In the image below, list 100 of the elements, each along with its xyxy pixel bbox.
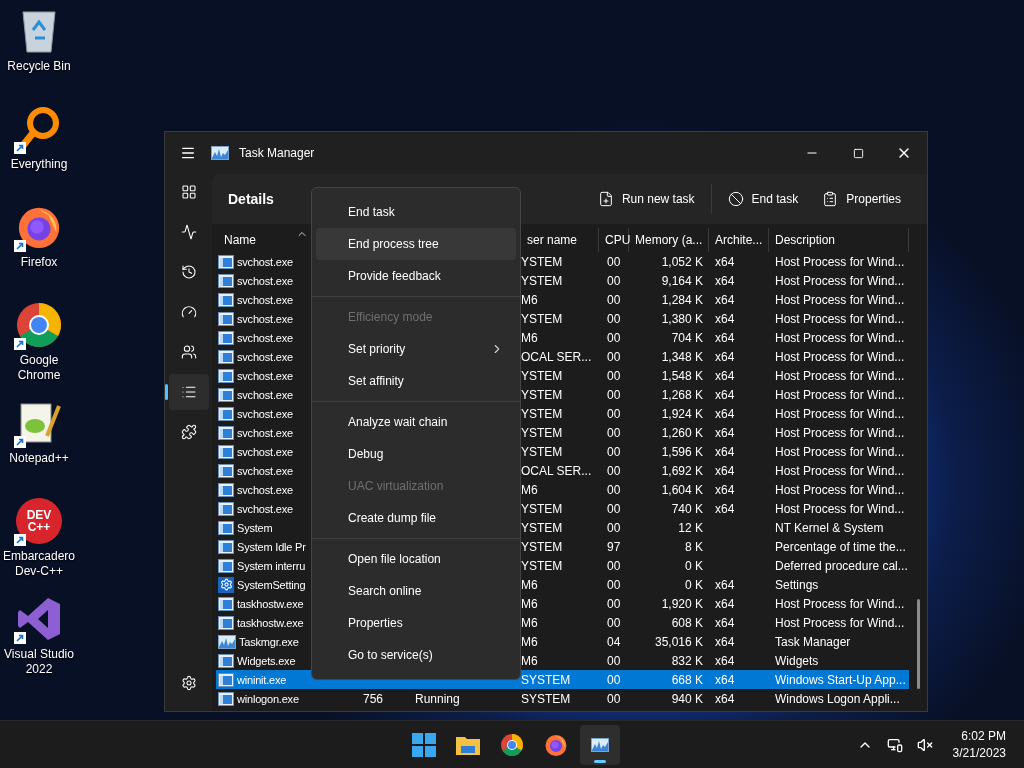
muted-speaker-icon <box>916 736 933 753</box>
recycle-bin-icon <box>19 8 59 54</box>
infinity-logo-icon <box>16 596 62 642</box>
menu-item[interactable]: Set priority <box>316 333 516 365</box>
toolbar-button[interactable]: Properties <box>814 185 909 213</box>
process-name-cell[interactable]: svchost.exe <box>216 366 314 385</box>
window-icon <box>218 425 234 440</box>
description-cell-text: Host Process for Wind... <box>774 481 906 499</box>
menu-item[interactable]: Set affinity <box>316 365 516 397</box>
process-name-cell[interactable]: wininit.exe <box>216 670 314 689</box>
window-icon <box>218 406 234 421</box>
process-name-cell[interactable]: svchost.exe <box>216 480 314 499</box>
architecture-cell-text: x64 <box>714 462 736 480</box>
architecture-cell-text: x64 <box>714 481 736 499</box>
nav-tab[interactable] <box>168 374 209 410</box>
process-name-cell[interactable]: System Idle Pr <box>216 537 314 556</box>
memory-cell-text: 740 K <box>670 500 704 518</box>
window-icon <box>218 368 234 383</box>
process-name-cell[interactable]: svchost.exe <box>216 423 314 442</box>
memory-cell-text: 940 K <box>670 690 704 708</box>
taskbar-app[interactable] <box>580 724 620 765</box>
process-name-cell[interactable]: svchost.exe <box>216 499 314 518</box>
architecture-cell-text: x64 <box>714 405 736 423</box>
menu-item[interactable]: Debug <box>316 438 516 470</box>
architecture-cell-text: x64 <box>714 595 736 613</box>
process-name-cell[interactable]: svchost.exe <box>216 290 314 309</box>
menu-item[interactable]: Analyze wait chain <box>316 406 516 438</box>
description-cell-text: Host Process for Wind... <box>774 614 906 632</box>
description-cell-text: Host Process for Wind... <box>774 367 906 385</box>
desktop-icon-label[interactable]: Embarcadero Dev-C++ <box>0 549 78 579</box>
settings-icon <box>180 675 197 691</box>
architecture-cell-text: x64 <box>714 576 736 594</box>
description-cell-text: Host Process for Wind... <box>774 253 906 271</box>
window-icon <box>218 292 234 307</box>
user-cell-text: YSTEM <box>521 557 564 575</box>
description-cell-text: Settings <box>774 576 820 594</box>
user-cell-text: YSTEM <box>521 405 564 423</box>
process-name-cell[interactable]: SystemSetting <box>216 575 314 594</box>
desktop-icon-label[interactable]: Recycle Bin <box>0 59 78 74</box>
description-cell-text: Windows Logon Appli... <box>774 690 901 708</box>
process-name: wininit.exe <box>237 673 287 686</box>
menu-item[interactable]: Open file location <box>316 543 516 575</box>
menu-item[interactable]: End task <box>316 196 516 228</box>
user-cell-text: YSTEM <box>521 310 564 328</box>
process-name-cell[interactable]: System interru <box>216 556 314 575</box>
column-header[interactable]: Archite... <box>709 228 769 252</box>
memory-cell-text: 1,268 K <box>660 386 704 404</box>
column-header[interactable]: Name <box>224 233 256 247</box>
window-icon <box>218 463 234 478</box>
process-name-cell[interactable]: svchost.exe <box>216 385 314 404</box>
memory-cell-text: 1,548 K <box>660 367 704 385</box>
process-name-cell[interactable]: System <box>216 518 314 537</box>
scrollbar-thumb[interactable] <box>916 599 920 689</box>
file-plus-icon <box>597 191 614 207</box>
chrome-icon <box>500 732 524 757</box>
toolbar-button[interactable]: End task <box>719 185 807 213</box>
architecture-cell-text: x64 <box>714 310 736 328</box>
architecture-cell-text: x64 <box>714 272 736 290</box>
process-name: System Idle Pr <box>237 540 306 553</box>
maximize-icon <box>852 147 864 159</box>
chrome-icon <box>15 301 63 349</box>
process-name-cell[interactable]: winlogon.exe <box>216 689 314 708</box>
menu-item[interactable]: Go to service(s) <box>316 639 516 671</box>
dev-cpp-logo: DEV C++ <box>16 498 62 544</box>
cpu-cell-text: 97 <box>606 538 622 556</box>
process-name-cell[interactable]: svchost.exe <box>216 309 314 328</box>
desktop-icon-label[interactable]: Firefox <box>0 255 78 270</box>
column-header[interactable]: Memory (a... <box>629 228 709 252</box>
monitor-icon <box>886 736 903 753</box>
menu-item[interactable]: Provide feedback <box>316 260 516 292</box>
toolbar-button[interactable]: Run new task <box>589 185 703 213</box>
desktop-icon-label[interactable]: Visual Studio 2022 <box>0 647 78 677</box>
user-cell-text: M6 <box>521 291 539 309</box>
cpu-cell-text: 00 <box>606 291 622 309</box>
process-name-cell[interactable]: Taskmgr.exe <box>216 632 314 651</box>
memory-cell-text: 35,016 K <box>653 633 704 651</box>
column-header[interactable]: CPU <box>599 228 629 252</box>
menu-item[interactable]: Create dump file <box>316 502 516 534</box>
desktop-icon-label[interactable]: Google Chrome <box>0 353 78 383</box>
process-name-cell[interactable]: svchost.exe <box>216 252 314 271</box>
process-name-cell[interactable]: svchost.exe <box>216 404 314 423</box>
menu-item[interactable]: End process tree <box>316 228 516 260</box>
clock[interactable]: 6:02 PM 3/21/2023 <box>952 727 1006 762</box>
process-name-cell[interactable]: Widgets.exe <box>216 651 314 670</box>
process-name-cell[interactable]: svchost.exe <box>216 328 314 347</box>
process-name-cell[interactable]: taskhostw.exe <box>216 594 314 613</box>
process-name: svchost.exe <box>237 502 293 515</box>
menu-item[interactable]: Properties <box>316 607 516 639</box>
user-cell-text: OCAL SER... <box>521 462 593 480</box>
process-name-cell[interactable]: svchost.exe <box>216 442 314 461</box>
process-name-cell[interactable]: svchost.exe <box>216 461 314 480</box>
process-name-cell[interactable]: taskhostw.exe <box>216 613 314 632</box>
column-header[interactable]: Description <box>769 228 909 252</box>
desktop-icon-label[interactable]: Everything <box>0 157 78 172</box>
process-name-cell[interactable]: svchost.exe <box>216 271 314 290</box>
menu-icon[interactable] <box>180 145 196 161</box>
process-name-cell[interactable]: svchost.exe <box>216 347 314 366</box>
menu-item[interactable]: Search online <box>316 575 516 607</box>
memory-cell-text: 1,924 K <box>660 405 704 423</box>
desktop-icon-label[interactable]: Notepad++ <box>0 451 78 466</box>
